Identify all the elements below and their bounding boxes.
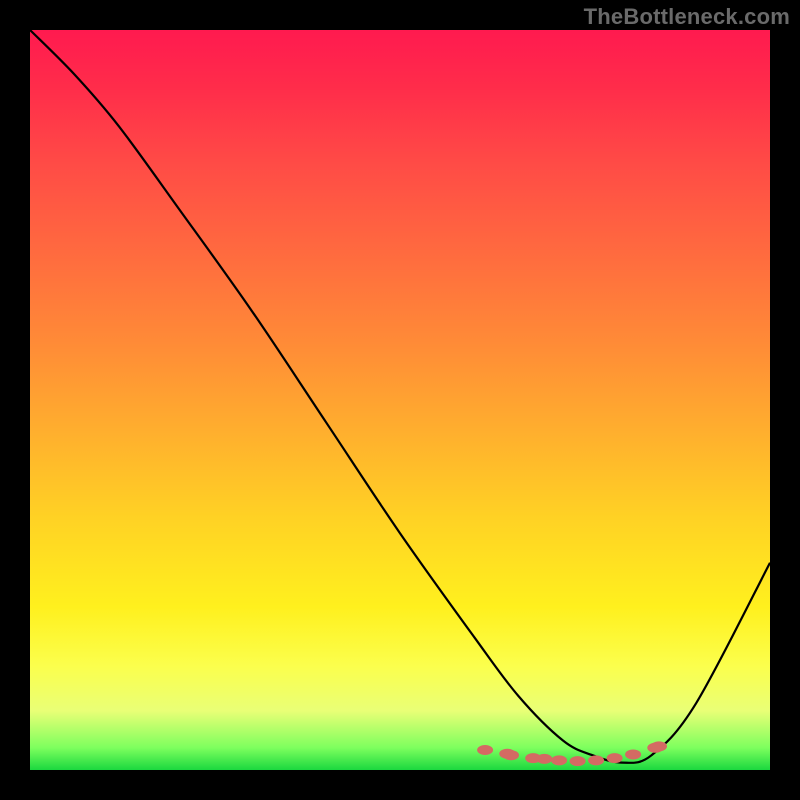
highlight-dot	[625, 749, 641, 759]
bottleneck-curve	[30, 30, 770, 763]
highlight-dot	[503, 750, 519, 760]
highlight-dot	[536, 754, 552, 764]
highlight-dot	[607, 753, 623, 763]
highlight-dot	[551, 755, 567, 765]
chart-frame: TheBottleneck.com	[0, 0, 800, 800]
highlight-dot	[588, 755, 604, 765]
highlight-dot	[477, 745, 493, 755]
plot-svg	[30, 30, 770, 770]
watermark-text: TheBottleneck.com	[584, 4, 790, 30]
highlight-dot	[651, 741, 667, 751]
plot-area	[30, 30, 770, 770]
highlight-dot	[570, 756, 586, 766]
